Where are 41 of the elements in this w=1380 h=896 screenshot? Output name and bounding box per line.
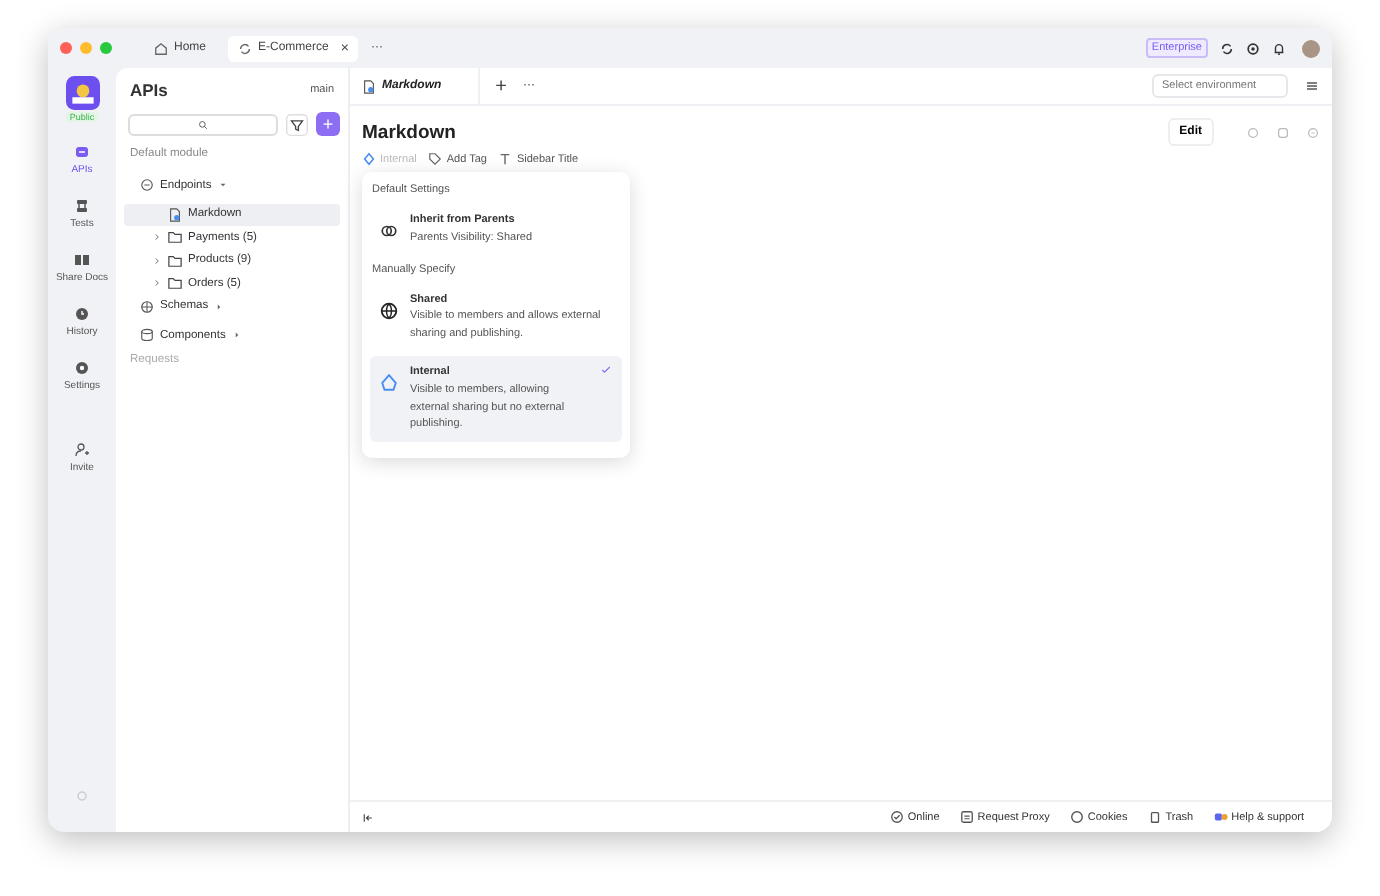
sync-icon[interactable] [1220,41,1234,55]
sync-icon [238,41,253,55]
caret-icon[interactable] [217,180,228,191]
document-icon [362,79,376,93]
person-plus-icon [73,442,90,458]
settings-icon[interactable] [1246,41,1260,55]
linked-rings-icon [380,222,398,240]
chevron-icon[interactable] [152,278,162,289]
api-icon [74,144,90,160]
collapse-sidebar-icon[interactable] [362,811,374,823]
stack-icon [73,198,90,214]
chevron-icon[interactable] [152,232,162,243]
house-icon [154,41,168,55]
tag-icon [428,152,443,166]
sidebar-title: APIs [130,80,170,100]
endpoint-icon [140,178,154,193]
bell-icon[interactable] [1272,41,1286,55]
menu-icon[interactable] [1304,78,1320,94]
clock-icon [74,306,90,322]
project-logo[interactable] [65,76,99,110]
search-field[interactable] [128,113,278,135]
document-icon [168,207,182,222]
new-tab-button[interactable]: + [495,75,508,97]
circle-icon [1069,810,1084,824]
help-icon [1213,810,1228,824]
document-title: Markdown [362,121,456,143]
proxy-icon [959,810,974,824]
caret-icon[interactable] [231,330,242,341]
avatar[interactable] [1302,39,1320,57]
globe-icon [380,301,398,320]
globe-icon [140,299,154,314]
chevron-icon[interactable] [152,255,162,266]
diamond-icon [362,152,376,166]
add-button[interactable]: + [316,112,340,136]
filter-button[interactable] [286,113,308,135]
text-icon [498,152,513,166]
checkmark-icon [600,363,612,376]
database-icon [140,328,154,343]
check-circle-icon [889,810,904,824]
caret-icon[interactable] [214,301,225,312]
book-icon [74,252,90,268]
